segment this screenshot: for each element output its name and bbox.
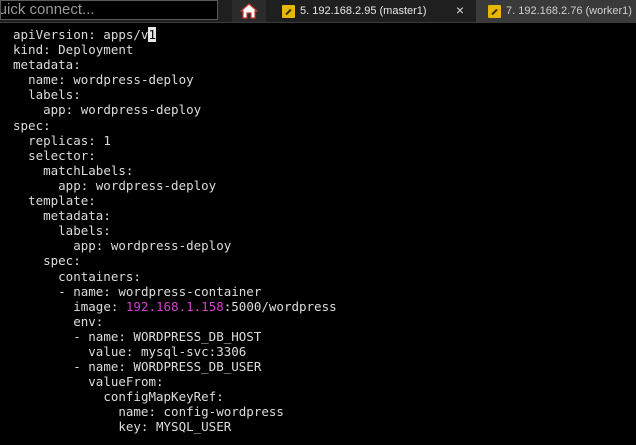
quick-connect-input[interactable]: Quick connect... bbox=[0, 0, 218, 20]
line-text: labels: bbox=[58, 223, 111, 239]
line-text: labels: bbox=[28, 87, 81, 103]
terminal-line: spec: bbox=[13, 118, 337, 133]
line-text: key: MYSQL_USER bbox=[118, 419, 232, 435]
terminal-line: app: wordpress-deploy bbox=[13, 178, 337, 193]
tab-label: 7. 192.168.2.76 (worker1) bbox=[506, 5, 632, 17]
tab-worker1[interactable]: 7. 192.168.2.76 (worker1) bbox=[476, 0, 636, 22]
terminal-line: name: config-wordpress bbox=[13, 404, 337, 419]
line-text: apiVersion: apps/v bbox=[13, 27, 149, 42]
terminal-line: template: bbox=[13, 193, 337, 208]
terminal-line: configMapKeyRef: bbox=[13, 389, 337, 404]
session-icon bbox=[488, 4, 501, 18]
terminal-line: replicas: 1 bbox=[13, 133, 337, 148]
home-icon bbox=[240, 3, 258, 19]
tab-label: 5. 192.168.2.95 (master1) bbox=[300, 5, 427, 17]
line-text: value: mysql-svc:3306 bbox=[88, 343, 247, 359]
tab-bar: Quick connect... 5. 192.168.2.95 (master… bbox=[0, 0, 636, 23]
line-text: spec: bbox=[43, 253, 81, 269]
terminal-line: matchLabels: bbox=[13, 163, 337, 178]
terminal-line: selector: bbox=[13, 148, 337, 163]
terminal-line: app: wordpress-deploy bbox=[13, 102, 337, 117]
close-icon[interactable]: × bbox=[456, 2, 464, 18]
terminal-line: app: wordpress-deploy bbox=[13, 238, 337, 253]
tab-master1[interactable]: 5. 192.168.2.95 (master1) × bbox=[270, 0, 472, 22]
terminal-line: metadata: bbox=[13, 208, 337, 223]
line-text: metadata: bbox=[13, 57, 81, 73]
terminal-line: labels: bbox=[13, 223, 337, 238]
terminal-line: containers: bbox=[13, 269, 337, 284]
terminal-line: valueFrom: bbox=[13, 374, 337, 389]
line-text: app: wordpress-deploy bbox=[73, 238, 232, 254]
line-text: configMapKeyRef: bbox=[103, 389, 224, 405]
line-text: image: bbox=[73, 298, 126, 314]
terminal-output[interactable]: apiVersion: apps/v1 kind: Deployment metad… bbox=[13, 27, 337, 435]
line-text: metadata: bbox=[43, 208, 111, 224]
text-cursor: 1 bbox=[148, 27, 156, 42]
line-text: template: bbox=[28, 193, 96, 209]
line-text: app: wordpress-deploy bbox=[58, 177, 217, 193]
line-text: valueFrom: bbox=[88, 374, 164, 390]
terminal-line: key: MYSQL_USER bbox=[13, 419, 337, 434]
terminal-line: value: mysql-svc:3306 bbox=[13, 344, 337, 359]
ip-address: 192.168.1.158 bbox=[125, 298, 224, 314]
line-text: kind: Deployment bbox=[13, 42, 134, 58]
terminal-line: - name: wordpress-container bbox=[13, 284, 337, 299]
line-text: name: config-wordpress bbox=[118, 404, 284, 420]
line-text: spec: bbox=[13, 117, 51, 133]
line-text: env: bbox=[73, 313, 104, 329]
line-text: - name: wordpress-container bbox=[58, 283, 262, 299]
line-text: replicas: 1 bbox=[28, 132, 111, 148]
line-text: name: wordpress-deploy bbox=[28, 72, 194, 88]
line-text: - name: WORDPRESS_DB_USER bbox=[73, 359, 262, 375]
line-text: - name: WORDPRESS_DB_HOST bbox=[73, 328, 262, 344]
line-text: app: wordpress-deploy bbox=[43, 102, 202, 118]
terminal-line: apiVersion: apps/v1 bbox=[13, 27, 337, 42]
line-text-rest: :5000/wordpress bbox=[223, 298, 337, 314]
home-tab[interactable] bbox=[232, 0, 266, 22]
terminal-line: - name: WORDPRESS_DB_USER bbox=[13, 359, 337, 374]
line-text: matchLabels: bbox=[43, 162, 134, 178]
session-icon bbox=[282, 4, 295, 18]
terminal-line: - name: WORDPRESS_DB_HOST bbox=[13, 329, 337, 344]
line-text: containers: bbox=[58, 268, 141, 284]
terminal-line: name: wordpress-deploy bbox=[13, 72, 337, 87]
terminal-line: kind: Deployment bbox=[13, 42, 337, 57]
line-text: selector: bbox=[28, 147, 96, 163]
terminal-line: metadata: bbox=[13, 57, 337, 72]
terminal-line: labels: bbox=[13, 87, 337, 102]
terminal-line: image: 192.168.1.158:5000/wordpress bbox=[13, 298, 337, 314]
terminal-line: env: bbox=[13, 314, 337, 329]
terminal-line: spec: bbox=[13, 253, 337, 268]
